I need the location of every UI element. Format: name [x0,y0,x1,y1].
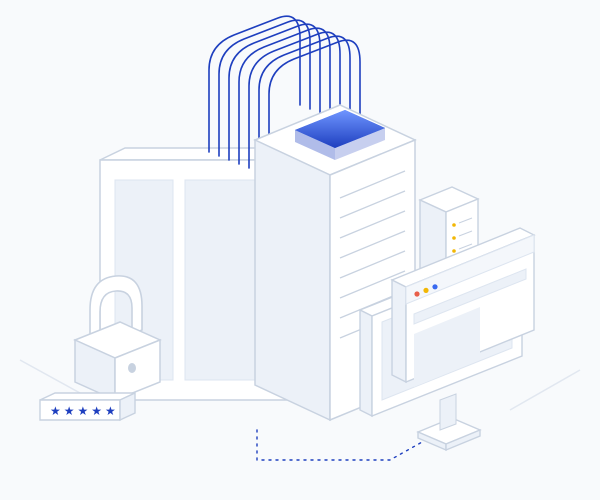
security-infrastructure-illustration: ★★★★★ [0,0,600,500]
masked-password-field: ★★★★★ [40,393,135,420]
dotted-network-line [257,430,440,460]
isometric-scene-svg: ★★★★★ [0,0,600,500]
password-mask-text: ★★★★★ [50,404,119,418]
